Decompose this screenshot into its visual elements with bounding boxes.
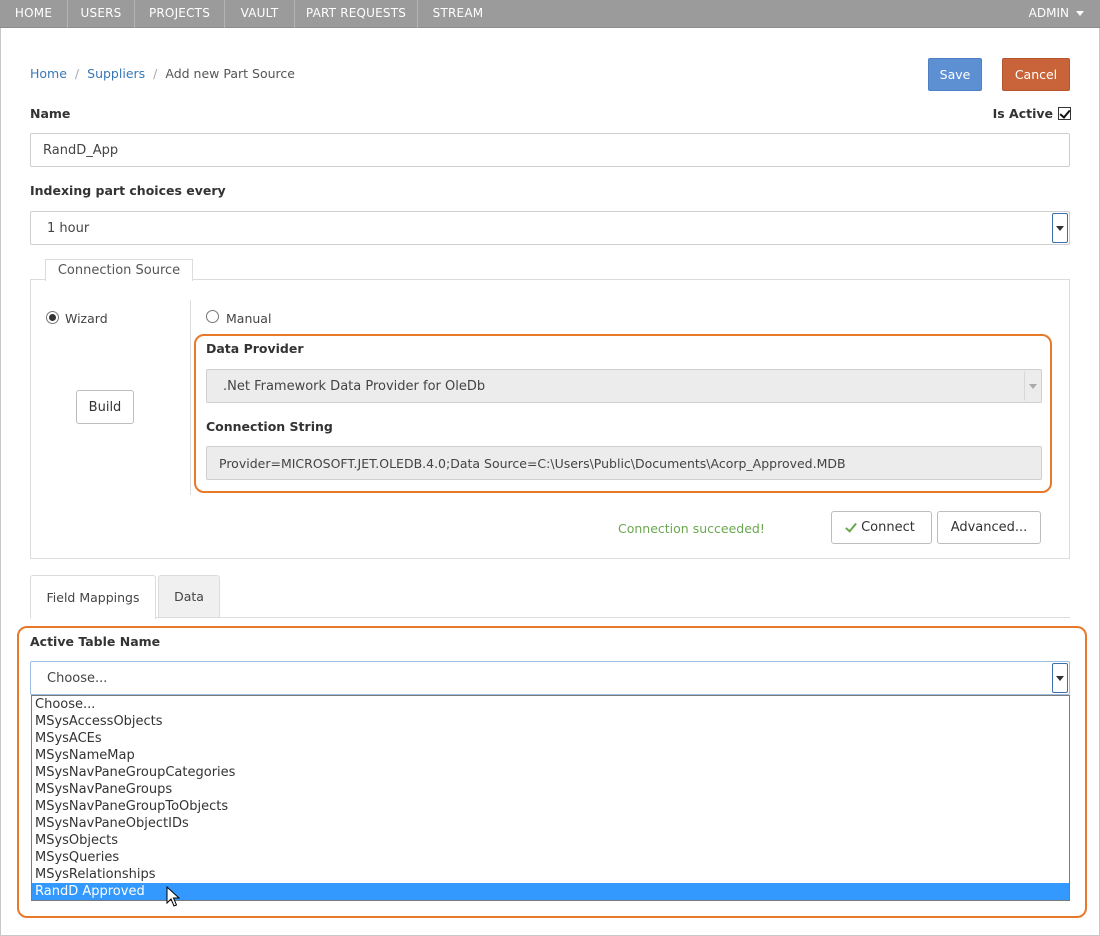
indexing-label: Indexing part choices every <box>30 183 226 198</box>
build-button[interactable]: Build <box>76 390 134 424</box>
indexing-select[interactable]: 1 hour <box>30 211 1070 245</box>
wizard-label: Wizard <box>65 311 108 326</box>
panel-divider <box>190 300 191 495</box>
name-input[interactable]: RandD_App <box>30 133 1070 167</box>
is-active-label: Is Active <box>992 106 1053 121</box>
wizard-radio[interactable] <box>46 311 59 324</box>
name-input-value: RandD_App <box>43 142 119 158</box>
chevron-down-icon <box>1076 11 1084 16</box>
manual-label: Manual <box>226 311 272 326</box>
nav-projects[interactable]: PROJECTS <box>135 0 225 28</box>
breadcrumb-separator: / <box>74 66 80 81</box>
provider-highlight-box <box>194 334 1052 493</box>
manual-radio[interactable] <box>206 310 219 323</box>
save-button[interactable]: Save <box>928 58 982 91</box>
user-menu-label: ADMIN <box>1028 6 1069 20</box>
nav-vault[interactable]: VAULT <box>225 0 295 28</box>
nav-home[interactable]: HOME <box>0 0 68 28</box>
advanced-button[interactable]: Advanced... <box>937 511 1041 544</box>
name-label: Name <box>30 106 71 121</box>
breadcrumb-separator: / <box>153 66 158 81</box>
breadcrumb: Home / Suppliers / Add new Part Source <box>30 66 295 81</box>
user-menu[interactable]: ADMIN <box>1029 0 1084 28</box>
is-active-toggle[interactable]: Is Active <box>993 106 1071 121</box>
cancel-button[interactable]: Cancel <box>1002 58 1070 91</box>
top-nav: HOME USERS PROJECTS VAULT PART REQUESTS … <box>0 0 1100 28</box>
breadcrumb-current: Add new Part Source <box>165 66 295 81</box>
connection-status: Connection succeeded! <box>618 521 765 536</box>
is-active-checkbox[interactable] <box>1058 107 1071 120</box>
tab-data[interactable]: Data <box>158 575 220 618</box>
nav-stream[interactable]: STREAM <box>418 0 498 28</box>
nav-part-requests[interactable]: PART REQUESTS <box>295 0 418 28</box>
connect-button[interactable]: Connect <box>831 511 932 544</box>
table-highlight-box <box>17 626 1087 918</box>
breadcrumb-suppliers[interactable]: Suppliers <box>87 66 145 81</box>
chevron-down-icon[interactable] <box>1052 213 1068 243</box>
nav-users[interactable]: USERS <box>68 0 135 28</box>
connection-source-tab: Connection Source <box>45 259 193 281</box>
indexing-select-value: 1 hour <box>47 220 90 236</box>
check-icon <box>845 519 857 533</box>
breadcrumb-home[interactable]: Home <box>30 66 67 81</box>
connect-button-label: Connect <box>861 520 915 535</box>
mouse-cursor-icon <box>166 886 180 907</box>
tab-field-mappings[interactable]: Field Mappings <box>30 575 156 619</box>
